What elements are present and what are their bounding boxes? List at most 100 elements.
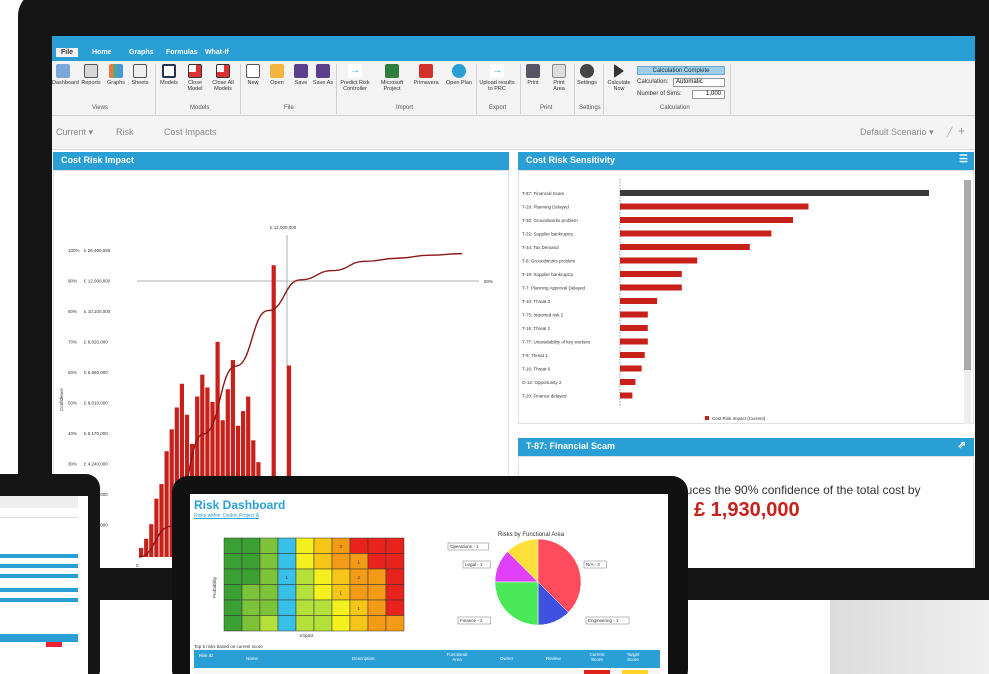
y-tick-percent: 30% <box>68 462 77 467</box>
heatmap-cell <box>367 599 387 616</box>
heatmap-cell <box>385 568 405 585</box>
col-functional-area: Functional Area <box>446 652 468 662</box>
scrollbar-track[interactable] <box>964 180 971 424</box>
sims-input[interactable]: 1,000 <box>692 90 725 99</box>
sims-label: Number of Sims: <box>637 91 682 97</box>
save-as-icon <box>316 64 330 78</box>
open-plan-button[interactable]: Open Plan <box>446 64 472 86</box>
heatmap-cell <box>223 537 243 554</box>
settings-button[interactable]: Settings <box>576 64 598 86</box>
pie-label: N/A - 3 <box>586 562 600 567</box>
table-header: Risk ID Name Description Functional Area… <box>194 650 660 668</box>
scenario-dropdown[interactable]: Default Scenario ▾ <box>860 127 934 138</box>
heatmap-cell <box>223 584 243 601</box>
pie-label: Operations - 1 <box>450 544 479 549</box>
heatmap-cell <box>349 615 369 632</box>
open-button[interactable]: Open <box>266 64 288 86</box>
col-owner: Owner <box>500 656 514 661</box>
predict-risk-controller-button[interactable]: → Predict Risk Controller <box>338 64 372 92</box>
tab-formulas[interactable]: Formulas <box>166 49 198 56</box>
close-all-models-button[interactable]: Close All Models <box>212 64 234 92</box>
group-views: Views <box>92 105 108 111</box>
heatmap-cell <box>385 537 405 554</box>
dashboard-button[interactable]: Dashboard <box>52 64 79 86</box>
printer-icon <box>526 64 540 78</box>
edit-icon[interactable]: ╱ <box>947 127 952 138</box>
cost-impacts-link[interactable]: Cost Impacts <box>164 127 217 137</box>
target-score-cell <box>622 670 648 674</box>
microsoft-project-button[interactable]: Microsoft Project <box>378 64 406 92</box>
models-button[interactable]: Models <box>158 64 180 86</box>
heatmap-cell <box>385 599 405 616</box>
open-plan-icon <box>452 64 466 78</box>
tablet-row <box>0 598 78 602</box>
tablet-badge <box>46 642 62 647</box>
tab-home[interactable]: Home <box>92 49 111 56</box>
models-icon <box>162 64 176 78</box>
heatmap-cell <box>277 599 297 616</box>
heatmap-cell <box>295 553 315 570</box>
legend-swatch <box>705 416 709 420</box>
save-button[interactable]: Save <box>290 64 312 86</box>
y-tick-percent: 100% <box>68 248 80 253</box>
reports-button[interactable]: Reports <box>80 64 102 86</box>
col-description: Description <box>352 656 375 661</box>
current-dropdown[interactable]: Current ▾ <box>56 127 93 138</box>
expand-icon[interactable]: ⇗ <box>958 440 966 451</box>
heatmap-cell <box>331 615 351 632</box>
print-area-button[interactable]: Print Area <box>548 64 570 92</box>
tab-what-if[interactable]: What-If <box>205 49 229 56</box>
category-label: T-29: Planning Delayed <box>522 205 569 210</box>
scrollbar-thumb[interactable] <box>964 180 971 370</box>
group-models: Models <box>190 105 210 111</box>
calculation-status: Calculation Complete <box>637 66 725 75</box>
heatmap-cell <box>313 568 333 585</box>
heatmap-cell <box>295 599 315 616</box>
category-label: T-10: Threat 3 <box>522 299 551 304</box>
calculation-select[interactable]: Automatic <box>673 78 725 87</box>
calculate-now-button[interactable]: Calculate Now <box>605 64 633 92</box>
heatmap-cell <box>313 599 333 616</box>
new-button[interactable]: New <box>242 64 264 86</box>
histogram-bar <box>164 451 169 557</box>
heatmap-cell <box>277 553 297 570</box>
add-icon[interactable]: + <box>958 124 965 138</box>
tablet-row <box>0 634 78 642</box>
graphs-button[interactable]: Graphs <box>105 64 127 86</box>
arrow-right-icon: → <box>348 64 362 78</box>
sheets-button[interactable]: Sheets <box>129 64 151 86</box>
y-tick-value: £ 26,400,555 <box>84 248 111 253</box>
risk-link[interactable]: Risk <box>116 127 134 137</box>
category-label: T-18: Supplier bankruptcy <box>522 272 574 277</box>
separator <box>574 64 575 114</box>
sensitivity-bar <box>620 325 648 331</box>
save-as-button[interactable]: Save As <box>312 64 334 86</box>
heatmap-cell <box>367 553 387 570</box>
group-print: Print <box>540 105 553 111</box>
print-button[interactable]: Print <box>522 64 544 86</box>
close-model-button[interactable]: Close Model <box>184 64 206 92</box>
histogram-bar <box>159 484 164 557</box>
ribbon: File Home Graphs Formulas What-If Dashbo… <box>52 36 975 116</box>
separator <box>520 64 521 114</box>
upload-results-button[interactable]: → Upload results to PRC <box>478 64 516 92</box>
category-label: T-16: Threat 6 <box>522 367 551 372</box>
y-tick-percent: 80% <box>68 309 77 314</box>
y-tick-value: £ 8,820,000 <box>84 340 108 345</box>
heatmap-cell <box>295 537 315 554</box>
col-target-score: Target Score <box>626 652 640 662</box>
primavera-button[interactable]: Primavera <box>412 64 440 86</box>
tablet-browser-bar <box>0 496 78 508</box>
menu-icon[interactable]: ☰ <box>959 154 968 165</box>
heatmap-cell <box>367 615 387 632</box>
tab-file[interactable]: File <box>56 48 79 57</box>
tab-graphs[interactable]: Graphs <box>129 49 154 56</box>
table-caption: Top 5 risks based on current score <box>194 644 263 649</box>
reference-label-top: £ 12,000,000 <box>270 225 297 230</box>
y-tick-value: £ 6,010,000 <box>84 401 108 406</box>
heatmap-cell <box>331 568 351 585</box>
scam-text: duces the 90% confidence of the total co… <box>679 483 921 497</box>
heatmap-cell <box>223 599 243 616</box>
y-tick-value: £ 5,170,000 <box>84 431 108 436</box>
table-row[interactable] <box>194 670 660 674</box>
